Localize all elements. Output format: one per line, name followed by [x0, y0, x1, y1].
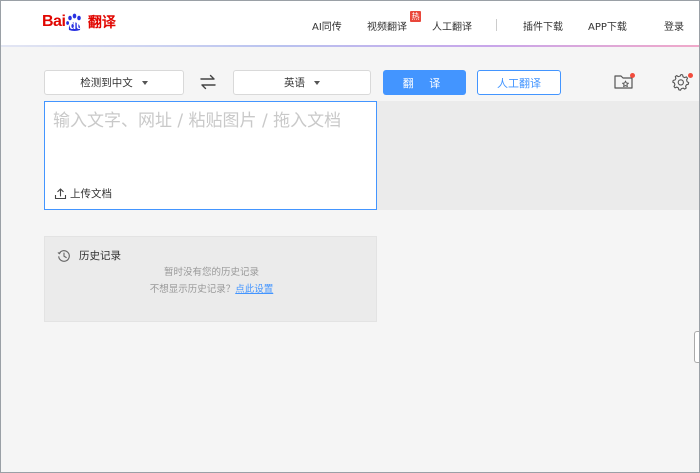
input-placeholder: 输入文字、网址 / 粘贴图片 / 拖入文档	[53, 111, 342, 131]
source-text-input[interactable]: 输入文字、网址 / 粘贴图片 / 拖入文档 上传文档	[44, 101, 377, 210]
header-gradient-line	[0, 45, 700, 47]
history-title: 历史记录	[79, 250, 121, 262]
nav-divider	[496, 19, 497, 31]
nav-app-download[interactable]: APP下载	[588, 18, 627, 33]
swap-languages-icon[interactable]	[198, 72, 218, 92]
notification-dot	[688, 73, 693, 78]
nav-human-translate[interactable]: 人工翻译	[432, 18, 472, 33]
human-translate-button[interactable]: 人工翻译	[477, 70, 561, 95]
upload-document-button[interactable]: 上传文档	[54, 186, 112, 201]
history-tip: 不想显示历史记录？点此设置	[45, 281, 378, 295]
history-settings-link[interactable]: 点此设置	[235, 284, 273, 295]
nav-plugin-download[interactable]: 插件下载	[523, 18, 563, 33]
history-tip-text: 不想显示历史记录？	[149, 284, 236, 295]
history-empty-text: 暂时没有您的历史记录	[163, 267, 259, 278]
nav-video-translate[interactable]: 视频翻译	[367, 18, 407, 33]
baidu-translate-logo[interactable]: Bai du 翻译	[42, 11, 116, 33]
translation-output-area	[377, 101, 700, 210]
hot-badge: 热	[410, 11, 421, 22]
nav-ai-simultaneous[interactable]: AI同传	[312, 18, 342, 33]
upload-icon	[54, 187, 67, 200]
target-language-select[interactable]: 英语	[233, 70, 371, 95]
top-navigation-bar: Bai du 翻译 AI同传 视频翻译 热 人工翻译 插件下载 APP下载 登录	[0, 0, 700, 46]
upload-label: 上传文档	[70, 188, 112, 200]
notification-dot	[630, 73, 635, 78]
history-panel: 历史记录 暂时没有您的历史记录 不想显示历史记录？点此设置	[44, 236, 377, 322]
side-scroll-handle[interactable]	[694, 331, 700, 363]
clock-history-icon	[57, 249, 71, 263]
chevron-down-icon	[314, 80, 320, 85]
nav-login[interactable]: 登录	[664, 18, 684, 33]
translate-button[interactable]: 翻 译	[383, 70, 466, 95]
chevron-down-icon	[141, 80, 148, 85]
source-language-select[interactable]: 检测到中文	[44, 70, 184, 95]
